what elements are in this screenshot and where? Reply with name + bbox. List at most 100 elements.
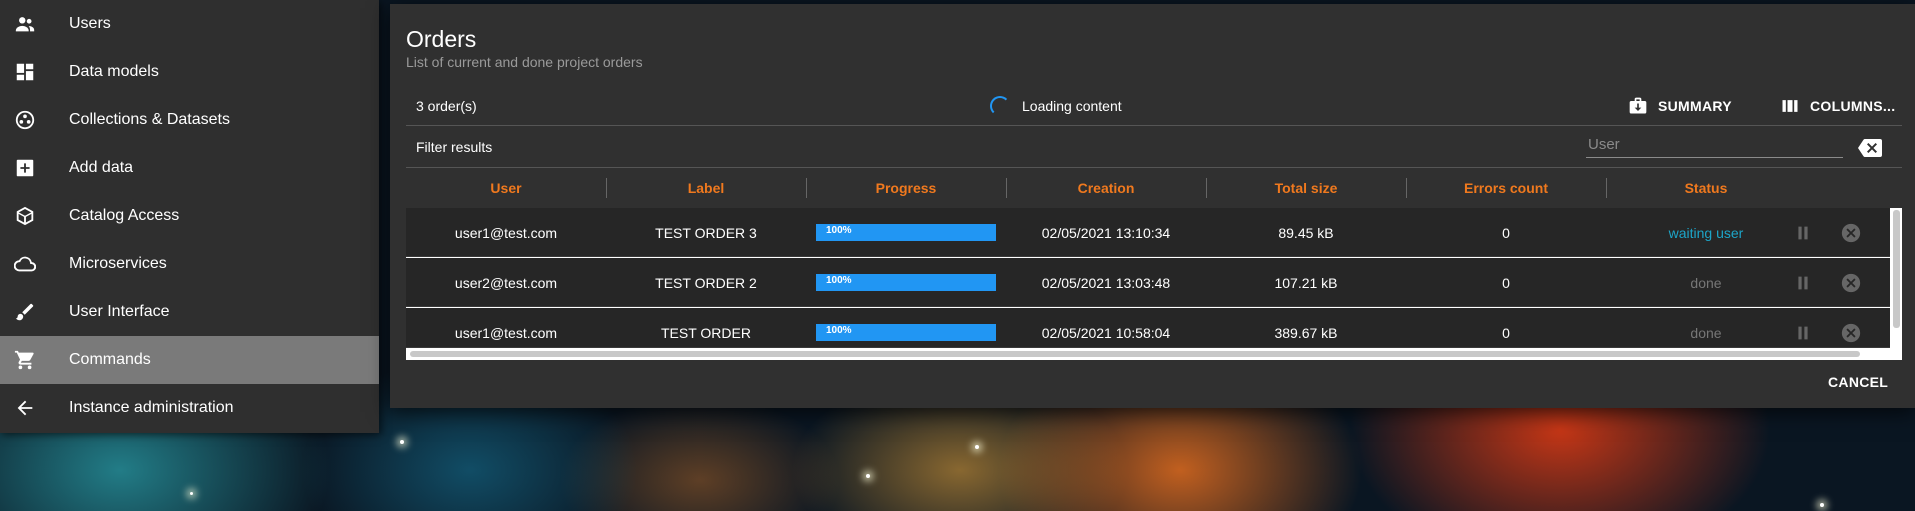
orders-dialog: Orders List of current and done project … [390, 4, 1915, 408]
sidebar-item-label: Microservices [69, 255, 167, 272]
cell-progress: 100% [806, 208, 1006, 257]
cell-progress: 100% [806, 308, 1006, 347]
sidebar-item-commands[interactable]: Commands [0, 336, 379, 384]
cell-user: user1@test.com [454, 224, 558, 241]
filter-bar: Filter results [406, 126, 1902, 168]
sidebar-item-label: Instance administration [69, 399, 234, 416]
horizontal-scrollbar[interactable] [410, 351, 1860, 357]
orders-toolbar: 3 order(s) Loading content SUMMARY COLUM… [406, 86, 1902, 126]
column-header-progress[interactable]: Progress [806, 180, 1006, 196]
sidebar-item-label: Add data [69, 159, 134, 176]
arrow-back-icon [13, 396, 37, 420]
progress-text: 100% [826, 275, 852, 286]
sidebar-item-add-data[interactable]: Add data [0, 144, 379, 192]
summary-label: SUMMARY [1658, 97, 1732, 114]
pause-icon [1798, 276, 1808, 290]
column-header-label[interactable]: Label [606, 180, 806, 196]
dialog-title: Orders [406, 26, 477, 52]
cell-total-size: 89.45 kB [1278, 224, 1334, 241]
sidebar-item-microservices[interactable]: Microservices [0, 240, 379, 288]
cell-errors-count: 0 [1502, 274, 1510, 291]
background-star [866, 474, 870, 478]
sidebar-item-instance-admin[interactable]: Instance administration [0, 384, 379, 432]
sidebar-item-label: Collections & Datasets [69, 111, 230, 128]
sidebar-item-users[interactable]: Users [0, 0, 379, 48]
cell-creation: 02/05/2021 13:03:48 [1041, 274, 1171, 291]
sidebar-item-collections[interactable]: Collections & Datasets [0, 96, 379, 144]
order-count: 3 order(s) [416, 97, 477, 114]
cell-status: waiting user [1668, 224, 1744, 241]
dashboard-icon [13, 60, 37, 84]
background-star [400, 440, 404, 444]
view-column-icon [1782, 99, 1798, 112]
columns-button[interactable]: COLUMNS... [1780, 96, 1895, 116]
cell-label: TEST ORDER 3 [655, 224, 757, 241]
summary-icon [1629, 97, 1647, 113]
brush-icon [13, 300, 37, 324]
table-row[interactable]: user2@test.com TEST ORDER 2 100% 02/05/2… [406, 258, 1890, 307]
orders-table-body: user1@test.com TEST ORDER 3 100% 02/05/2… [406, 208, 1902, 360]
column-header-total-size[interactable]: Total size [1206, 180, 1406, 196]
progress-text: 100% [826, 325, 852, 336]
cancel-circle-icon [1841, 273, 1861, 293]
background-star [1820, 503, 1824, 507]
sidebar-item-user-interface[interactable]: User Interface [0, 288, 379, 336]
column-header-creation[interactable]: Creation [1006, 180, 1206, 196]
pause-order-button[interactable] [1792, 222, 1814, 244]
sidebar-item-label: Commands [69, 351, 151, 368]
cell-user: user2@test.com [454, 274, 558, 291]
bubbles-icon [13, 108, 37, 132]
cell-creation: 02/05/2021 10:58:04 [1041, 324, 1171, 341]
column-header-errors-count[interactable]: Errors count [1406, 180, 1606, 196]
cancel-circle-icon [1841, 323, 1861, 343]
clear-filter-button[interactable] [1858, 139, 1882, 157]
cell-total-size: 389.67 kB [1274, 324, 1338, 341]
sidebar-item-label: Data models [69, 63, 159, 80]
delete-order-button[interactable] [1840, 222, 1862, 244]
cloud-icon [13, 252, 37, 276]
table-row[interactable]: user1@test.com TEST ORDER 3 100% 02/05/2… [406, 208, 1890, 257]
cell-errors-count: 0 [1502, 324, 1510, 341]
loading-text: Loading content [1022, 97, 1122, 114]
progress-bar: 100% [816, 324, 996, 341]
background-star [975, 445, 979, 449]
cell-progress: 100% [806, 258, 1006, 307]
cell-label: TEST ORDER [661, 324, 751, 341]
dialog-subtitle: List of current and done project orders [406, 54, 643, 70]
cancel-button[interactable]: CANCEL [1828, 374, 1888, 390]
sidebar-item-catalog-access[interactable]: Catalog Access [0, 192, 379, 240]
progress-text: 100% [826, 225, 852, 236]
cell-status: done [1690, 324, 1722, 341]
pause-order-button[interactable] [1792, 322, 1814, 344]
table-row[interactable]: user1@test.com TEST ORDER 100% 02/05/202… [406, 308, 1890, 348]
table-header: User Label Progress Creation Total size … [406, 168, 1902, 208]
column-header-status[interactable]: Status [1606, 180, 1806, 196]
cell-label: TEST ORDER 2 [655, 274, 757, 291]
progress-bar: 100% [816, 224, 996, 241]
cancel-circle-icon [1841, 223, 1861, 243]
columns-label: COLUMNS... [1810, 97, 1896, 114]
cell-total-size: 107.21 kB [1274, 274, 1338, 291]
delete-order-button[interactable] [1840, 272, 1862, 294]
sidebar-item-data-models[interactable]: Data models [0, 48, 379, 96]
sidebar-item-label: Users [69, 15, 111, 32]
summary-button[interactable]: SUMMARY [1628, 96, 1732, 116]
progress-bar: 100% [816, 274, 996, 291]
pause-icon [1798, 326, 1808, 340]
pause-icon [1798, 226, 1808, 240]
cell-creation: 02/05/2021 13:10:34 [1041, 224, 1171, 241]
pause-order-button[interactable] [1792, 272, 1814, 294]
vertical-scrollbar[interactable] [1893, 210, 1900, 328]
cart-icon [13, 348, 37, 372]
filter-label: Filter results [416, 138, 493, 155]
cell-status: done [1690, 274, 1722, 291]
column-header-user[interactable]: User [406, 180, 606, 196]
add-box-icon [13, 156, 37, 180]
admin-sidebar: Users Data models Collections & Datasets… [0, 0, 379, 433]
sidebar-item-label: User Interface [69, 303, 170, 320]
background-star [190, 492, 193, 495]
delete-order-button[interactable] [1840, 322, 1862, 344]
backspace-icon [1858, 139, 1882, 157]
user-filter-input[interactable] [1586, 132, 1843, 158]
cube-icon [13, 204, 37, 228]
